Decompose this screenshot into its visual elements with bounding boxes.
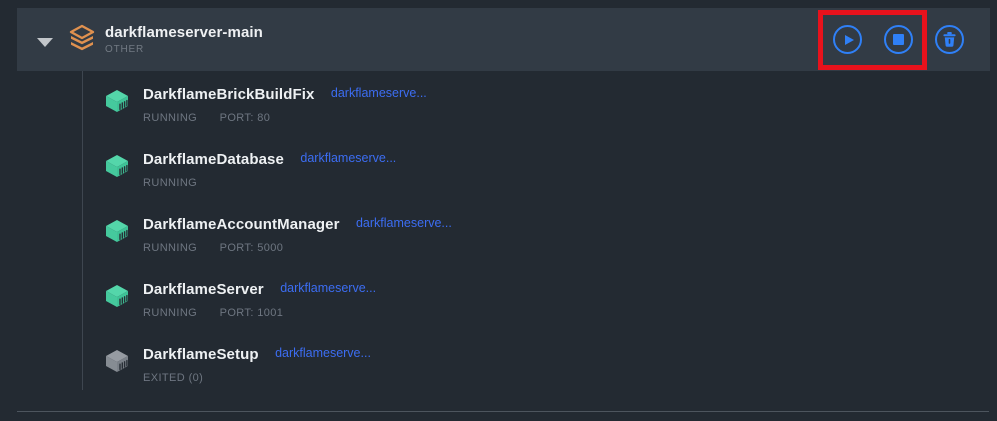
container-name[interactable]: DarkflameAccountManager [143,216,340,233]
group-subtitle: OTHER [105,44,263,56]
trash-icon [943,32,956,47]
container-icon [104,154,130,178]
container-port: PORT: 5000 [220,242,284,254]
container-list: DarkflameBrickBuildFix darkflameserve...… [0,84,997,409]
container-port: PORT: 1001 [220,307,284,319]
container-row[interactable]: DarkflameBrickBuildFix darkflameserve...… [0,84,997,149]
container-icon [104,349,130,373]
play-icon [845,35,854,45]
container-icon [104,89,130,113]
stop-icon [893,34,904,45]
group-titles: darkflameserver-main OTHER [105,23,263,56]
container-name-line: DarkflameBrickBuildFix darkflameserve... [143,86,427,104]
bottom-divider [17,411,989,412]
container-name[interactable]: DarkflameBrickBuildFix [143,86,314,103]
container-image-link[interactable]: darkflameserve... [275,346,371,360]
container-status: RUNNING [143,307,197,319]
container-name-line: DarkflameSetup darkflameserve... [143,346,371,364]
layers-icon [68,23,96,53]
container-image-link[interactable]: darkflameserve... [331,86,427,100]
container-name[interactable]: DarkflameSetup [143,346,259,363]
container-row[interactable]: DarkflameSetup darkflameserve... EXITED … [0,344,997,409]
container-row[interactable]: DarkflameServer darkflameserve... RUNNIN… [0,279,997,344]
container-icon [104,219,130,243]
collapse-caret-icon[interactable] [37,38,53,47]
start-button[interactable] [833,25,862,54]
container-port: PORT: 80 [220,112,271,124]
group-header: darkflameserver-main OTHER [17,8,990,71]
container-status-line: EXITED (0) [143,368,203,386]
container-status: RUNNING [143,242,197,254]
container-status: RUNNING [143,177,197,189]
container-name[interactable]: DarkflameDatabase [143,151,284,168]
container-image-link[interactable]: darkflameserve... [280,281,376,295]
container-group-panel: darkflameserver-main OTHER [0,0,997,421]
container-name[interactable]: DarkflameServer [143,281,264,298]
container-name-line: DarkflameServer darkflameserve... [143,281,376,299]
container-name-line: DarkflameDatabase darkflameserve... [143,151,396,169]
container-status-line: RUNNING PORT: 80 [143,108,270,126]
container-status-line: RUNNING PORT: 1001 [143,303,283,321]
container-status: EXITED (0) [143,372,203,384]
container-status-line: RUNNING PORT: 5000 [143,238,283,256]
container-status: RUNNING [143,112,197,124]
group-title: darkflameserver-main [105,23,263,42]
container-row[interactable]: DarkflameDatabase darkflameserve... RUNN… [0,149,997,214]
container-image-link[interactable]: darkflameserve... [300,151,396,165]
container-row[interactable]: DarkflameAccountManager darkflameserve..… [0,214,997,279]
delete-button[interactable] [935,25,964,54]
container-name-line: DarkflameAccountManager darkflameserve..… [143,216,452,234]
container-icon [104,284,130,308]
container-image-link[interactable]: darkflameserve... [356,216,452,230]
container-status-line: RUNNING [143,173,197,191]
stop-button[interactable] [884,25,913,54]
